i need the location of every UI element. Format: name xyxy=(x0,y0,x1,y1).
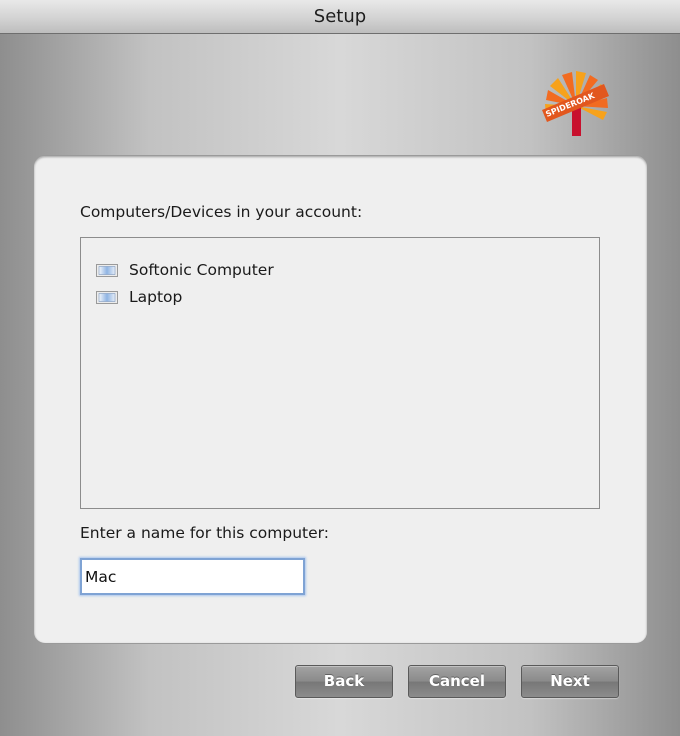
computer-icon xyxy=(96,290,118,304)
devices-label: Computers/Devices in your account: xyxy=(80,203,363,221)
back-button[interactable]: Back xyxy=(295,665,393,698)
computer-name-label: Enter a name for this computer: xyxy=(80,524,329,542)
window-title: Setup xyxy=(313,6,367,27)
title-bar[interactable]: Setup xyxy=(0,0,680,34)
devices-list[interactable]: Softonic Computer Laptop xyxy=(80,237,600,509)
list-item-label: Laptop xyxy=(129,288,183,306)
computer-icon xyxy=(96,263,118,277)
list-item-label: Softonic Computer xyxy=(129,261,274,279)
computer-name-input[interactable] xyxy=(80,558,305,595)
setup-window: Setup SPIDEROAK Computers/Devices in you… xyxy=(0,0,680,736)
list-item[interactable]: Softonic Computer xyxy=(96,259,274,281)
next-button[interactable]: Next xyxy=(521,665,619,698)
cancel-button[interactable]: Cancel xyxy=(408,665,506,698)
list-item[interactable]: Laptop xyxy=(96,286,182,308)
setup-panel: Computers/Devices in your account: Softo… xyxy=(33,155,648,644)
spideroak-logo: SPIDEROAK xyxy=(542,71,609,136)
